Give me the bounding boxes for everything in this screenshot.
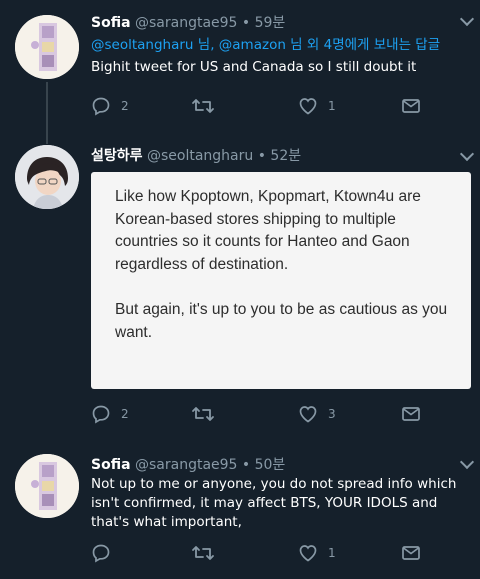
- like-count: 1: [328, 546, 336, 560]
- thread-line: [46, 82, 48, 132]
- dm-icon: [402, 407, 420, 421]
- tweet-header: Sofia @sarangtae95 • 59분: [91, 12, 285, 32]
- dm-icon: [402, 546, 420, 560]
- reply-icon: [92, 97, 110, 116]
- reply-icon: [92, 405, 110, 424]
- reply-count: 2: [121, 407, 129, 421]
- retweet-icon: [192, 99, 214, 113]
- mention-link[interactable]: @seoltangharu: [91, 37, 193, 53]
- display-name[interactable]: Sofia: [91, 15, 131, 31]
- reply-button[interactable]: 2: [91, 403, 129, 425]
- like-count: 3: [328, 407, 336, 421]
- timestamp[interactable]: • 59분: [242, 15, 285, 31]
- like-button[interactable]: 1: [298, 95, 336, 117]
- reply-count: 2: [121, 99, 129, 113]
- user-handle[interactable]: @sarangtae95: [135, 15, 237, 31]
- reply-context: @seoltangharu 님, @amazon 님 외 4명에게 보내는 답글: [91, 36, 471, 55]
- reply-separator: 님,: [193, 37, 219, 53]
- tweet-actions: 2 1: [91, 95, 471, 117]
- display-name[interactable]: 설탕하루: [91, 148, 143, 164]
- user-handle[interactable]: @seoltangharu: [147, 148, 253, 164]
- retweet-icon: [192, 407, 214, 421]
- dm-button[interactable]: [401, 95, 421, 117]
- timestamp[interactable]: • 52분: [258, 148, 301, 164]
- avatar[interactable]: [15, 145, 79, 209]
- like-icon: [299, 545, 317, 562]
- card-paragraph: Like how Kpoptown, Kpopmart, Ktown4u are…: [115, 188, 421, 273]
- mention-link[interactable]: @amazon: [219, 37, 286, 53]
- retweet-button[interactable]: [191, 95, 225, 117]
- reply-context-rest[interactable]: 님 외 4명에게 보내는 답글: [286, 37, 440, 53]
- tweet-actions: 2 3: [91, 403, 471, 425]
- retweet-button[interactable]: [191, 542, 225, 564]
- tweet-actions: 1: [91, 542, 471, 564]
- avatar[interactable]: [15, 454, 79, 518]
- like-icon: [299, 406, 317, 423]
- reply-button[interactable]: [91, 542, 121, 564]
- tweet-header: Sofia @sarangtae95 • 50분: [91, 454, 285, 474]
- thread-line: [46, 130, 48, 144]
- retweet-button[interactable]: [191, 403, 225, 425]
- card-paragraph: But again, it's up to you to be as cauti…: [115, 301, 448, 341]
- dm-button[interactable]: [401, 542, 421, 564]
- display-name[interactable]: Sofia: [91, 457, 131, 473]
- tweet-1: Sofia @sarangtae95 • 59분 @seoltangharu 님…: [0, 0, 480, 132]
- chevron-down-icon[interactable]: [459, 454, 475, 470]
- chevron-down-icon[interactable]: [459, 11, 475, 27]
- reply-button[interactable]: 2: [91, 95, 129, 117]
- tweet-header: 설탕하루 @seoltangharu • 52분: [91, 145, 301, 165]
- like-button[interactable]: 3: [298, 403, 336, 425]
- text-image-card[interactable]: Like how Kpoptown, Kpopmart, Ktown4u are…: [91, 172, 471, 389]
- user-handle[interactable]: @sarangtae95: [135, 457, 237, 473]
- retweet-icon: [192, 546, 214, 560]
- timestamp[interactable]: • 50분: [242, 457, 285, 473]
- dm-button[interactable]: [401, 403, 421, 425]
- tweet-text: Bighit tweet for US and Canada so I stil…: [91, 59, 417, 75]
- reply-icon: [92, 544, 110, 563]
- like-count: 1: [328, 99, 336, 113]
- like-button[interactable]: 1: [298, 542, 336, 564]
- tweet-text: Not up to me or anyone, you do not sprea…: [91, 476, 457, 530]
- dm-icon: [402, 99, 420, 113]
- like-icon: [299, 98, 317, 115]
- avatar[interactable]: [15, 15, 79, 79]
